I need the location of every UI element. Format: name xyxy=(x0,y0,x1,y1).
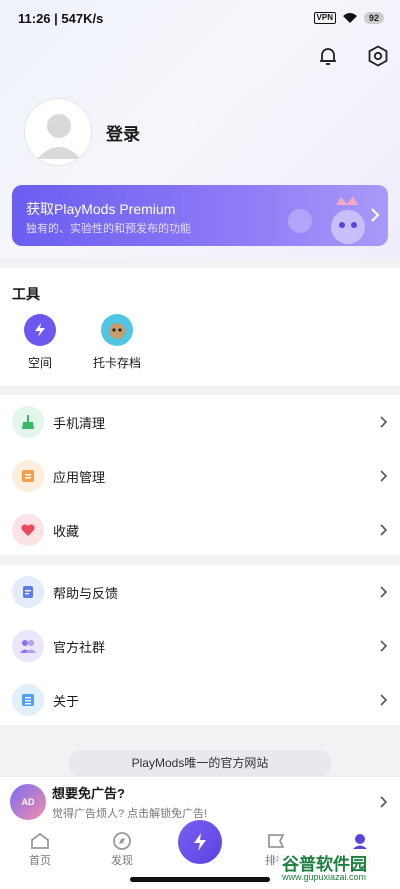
chevron-right-icon xyxy=(380,796,388,808)
menu-group-2: 帮助与反馈 官方社群 关于 xyxy=(0,565,400,725)
remove-ads-bar[interactable]: AD 想要免广告? 觉得广告烦人? 点击解锁免广告! xyxy=(0,776,400,826)
header-actions xyxy=(316,44,390,68)
chevron-right-icon xyxy=(371,208,380,222)
bell-icon[interactable] xyxy=(316,44,340,68)
menu-group-1: 手机清理 应用管理 收藏 xyxy=(0,395,400,555)
vpn-indicator: VPN xyxy=(313,12,336,24)
menu-item-favorites[interactable]: 收藏 xyxy=(0,503,400,557)
status-left: 11:26 | 547K/s xyxy=(18,10,104,26)
menu-label: 收藏 xyxy=(53,523,80,539)
profile-section[interactable]: 登录 xyxy=(24,98,140,166)
status-time: 11:26 xyxy=(18,10,51,26)
tool-toca-save[interactable]: 托卡存档 xyxy=(82,314,152,371)
menu-item-help[interactable]: 帮助与反馈 xyxy=(0,565,400,619)
ad-text: 想要免广告? 觉得广告烦人? 点击解锁免广告! xyxy=(52,783,207,821)
menu-item-about[interactable]: 关于 xyxy=(0,673,400,727)
menu-label: 关于 xyxy=(53,693,80,709)
app-manage-icon xyxy=(12,460,44,492)
chevron-right-icon xyxy=(380,586,388,598)
compass-icon xyxy=(113,832,131,850)
ad-subtitle: 觉得广告烦人? 点击解锁免广告! xyxy=(52,807,208,820)
tool-space[interactable]: 空间 xyxy=(5,314,75,371)
about-icon xyxy=(12,684,44,716)
premium-banner[interactable]: 获取PlayMods Premium 独有的、实验性的和预发布的功能 xyxy=(12,185,388,246)
status-right: VPN 92 xyxy=(313,12,384,24)
broom-icon xyxy=(12,406,44,438)
center-action-button[interactable] xyxy=(178,820,222,864)
ad-title: 想要免广告? xyxy=(52,785,125,801)
tools-section: 工具 空间 托卡存档 xyxy=(0,268,400,386)
website-banner-text: PlayMods唯一的官方网站 xyxy=(131,756,269,770)
default-avatar-icon xyxy=(37,114,81,159)
battery-level: 92 xyxy=(363,12,384,24)
menu-item-community[interactable]: 官方社群 xyxy=(0,619,400,673)
watermark-url: www.gupuxiazai.com xyxy=(282,872,367,882)
heart-icon xyxy=(12,514,44,546)
help-icon xyxy=(12,576,44,608)
profile-icon xyxy=(353,834,367,849)
tool-label: 空间 xyxy=(27,356,52,370)
avatar[interactable] xyxy=(24,98,92,166)
menu-item-phone-clean[interactable]: 手机清理 xyxy=(0,395,400,449)
login-label[interactable]: 登录 xyxy=(106,120,140,145)
site-watermark: 谷普软件园 www.gupuxiazai.com xyxy=(278,850,396,886)
chevron-right-icon xyxy=(380,694,388,706)
wifi-icon xyxy=(342,13,357,23)
home-icon xyxy=(31,832,49,849)
community-icon xyxy=(12,630,44,662)
tools-title: 工具 xyxy=(12,286,40,302)
ad-icon: AD xyxy=(10,783,46,820)
space-icon xyxy=(24,314,56,346)
menu-label: 帮助与反馈 xyxy=(53,585,119,601)
network-speed: 547K/s xyxy=(61,10,104,26)
toca-save-icon xyxy=(101,314,133,346)
status-bar: 11:26 | 547K/s VPN 92 xyxy=(0,0,400,36)
gear-icon[interactable] xyxy=(366,44,390,68)
chevron-right-icon xyxy=(380,416,388,428)
ranking-icon xyxy=(268,834,285,848)
premium-mascot-icon xyxy=(288,196,365,244)
tab-home[interactable]: 首页 xyxy=(10,832,70,868)
official-website-banner[interactable]: PlayMods唯一的官方网站 xyxy=(68,750,332,777)
chevron-right-icon xyxy=(380,470,388,482)
menu-label: 应用管理 xyxy=(53,469,106,485)
tab-discover[interactable]: 发现 xyxy=(92,832,152,868)
chevron-right-icon xyxy=(380,640,388,652)
menu-item-app-manage[interactable]: 应用管理 xyxy=(0,449,400,503)
premium-subtitle: 独有的、实验性的和预发布的功能 xyxy=(26,223,191,235)
menu-label: 官方社群 xyxy=(53,639,106,655)
chevron-right-icon xyxy=(380,524,388,536)
menu-label: 手机清理 xyxy=(53,415,106,431)
home-indicator xyxy=(130,877,270,882)
playmods-logo-icon xyxy=(194,833,206,851)
tool-label: 托卡存档 xyxy=(92,356,141,370)
premium-title: 获取PlayMods Premium xyxy=(26,201,176,217)
